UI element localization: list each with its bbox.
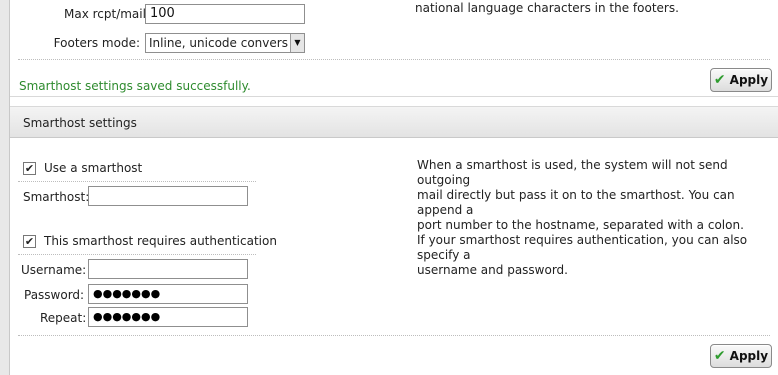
- help-line: username and password.: [417, 263, 568, 277]
- apply-label: Apply: [729, 349, 769, 363]
- use-smarthost-label: Use a smarthost: [44, 161, 143, 175]
- help-line: When a smarthost is used, the system wil…: [417, 158, 728, 187]
- auth-label: This smarthost requires authentication: [44, 234, 277, 248]
- divider: [18, 59, 770, 60]
- auth-checkbox[interactable]: ✔: [23, 235, 36, 248]
- footers-help-text: national language characters in the foot…: [415, 1, 679, 15]
- footers-mode-value: Inline, unicode convers: [149, 36, 288, 50]
- apply-button-bottom[interactable]: ✔ Apply: [710, 344, 772, 368]
- smarthost-help-text: When a smarthost is used, the system wil…: [417, 158, 777, 278]
- smarthost-label: Smarthost:: [23, 190, 90, 204]
- repeat-password-input[interactable]: ●●●●●●●: [88, 307, 248, 327]
- success-message: Smarthost settings saved successfully.: [19, 79, 251, 93]
- checkmark-icon: ✔: [713, 72, 726, 88]
- checkmark-icon: ✔: [713, 348, 726, 364]
- section-title: Smarthost settings: [23, 116, 137, 130]
- chevron-down-icon: ▼: [290, 34, 304, 52]
- help-line: mail directly but pass it on to the smar…: [417, 188, 735, 217]
- smarthost-input[interactable]: [88, 186, 248, 206]
- footers-mode-label: Footers mode:: [53, 36, 140, 50]
- use-smarthost-checkbox[interactable]: ✔: [23, 162, 36, 175]
- mail-settings-panel: Max rcpt/mail: 100 Footers mode: Inline,…: [10, 0, 778, 97]
- max-rcpt-input[interactable]: 100: [145, 4, 305, 24]
- divider: [18, 181, 256, 182]
- apply-button-top[interactable]: ✔ Apply: [710, 68, 772, 92]
- apply-label: Apply: [729, 73, 769, 87]
- help-line: port number to the hostname, separated w…: [417, 218, 744, 232]
- smarthost-settings-panel: Smarthost settings ✔ Use a smarthost Sma…: [10, 106, 778, 375]
- left-frame-border: [0, 0, 10, 375]
- footers-mode-select[interactable]: Inline, unicode convers ▼: [145, 33, 305, 53]
- help-line: If your smarthost requires authenticatio…: [417, 233, 748, 262]
- password-input[interactable]: ●●●●●●●: [88, 284, 248, 304]
- divider: [18, 335, 770, 336]
- password-label: Password:: [24, 288, 85, 302]
- divider: [18, 254, 256, 255]
- section-header: Smarthost settings: [10, 107, 778, 138]
- username-input[interactable]: [88, 259, 248, 279]
- username-label: Username:: [21, 263, 87, 277]
- repeat-label: Repeat:: [40, 311, 87, 325]
- max-rcpt-label: Max rcpt/mail:: [63, 7, 150, 21]
